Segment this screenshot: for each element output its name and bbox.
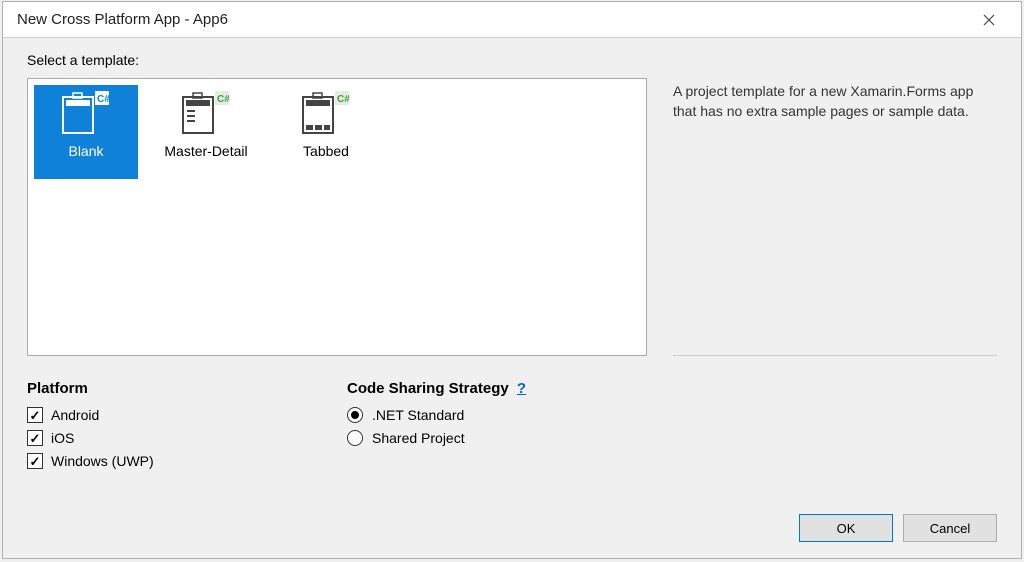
template-item-master-detail[interactable]: C# Master-Detail [154,85,258,179]
template-label: Tabbed [303,143,349,159]
platform-heading: Platform [27,380,347,397]
checkbox-label: Windows (UWP) [51,453,154,469]
lower-row: Platform Android iOS Windows (UWP) Code … [27,380,997,476]
checkbox-icon [27,453,43,469]
radio-label: .NET Standard [372,407,464,423]
radio-net-standard[interactable]: .NET Standard [347,407,997,423]
checkbox-label: Android [51,407,99,423]
cancel-button[interactable]: Cancel [903,514,997,542]
radio-icon [347,407,363,423]
platform-checkbox-windows-uwp[interactable]: Windows (UWP) [27,453,347,469]
close-button[interactable] [969,4,1009,36]
checkbox-icon [27,430,43,446]
select-template-label: Select a template: [27,52,997,68]
blank-template-icon: C# [61,91,111,135]
checkbox-label: iOS [51,430,74,446]
platform-checkbox-android[interactable]: Android [27,407,347,423]
template-label: Blank [68,143,103,159]
ok-button[interactable]: OK [799,514,893,542]
button-bar: OK Cancel [27,500,997,542]
help-link[interactable]: ? [517,380,526,397]
dialog-window: New Cross Platform App - App6 Select a t… [2,1,1022,559]
svg-text:C#: C# [217,94,230,105]
svg-text:C#: C# [97,94,110,105]
platform-section: Platform Android iOS Windows (UWP) [27,380,347,476]
checkbox-icon [27,407,43,423]
code-sharing-heading-text: Code Sharing Strategy [347,380,509,397]
master-detail-template-icon: C# [181,91,231,135]
svg-text:C#: C# [337,94,350,105]
template-label: Master-Detail [164,143,247,159]
upper-row: C# Blank C# Master-Detail [27,78,997,358]
radio-shared-project[interactable]: Shared Project [347,430,997,446]
radio-icon [347,430,363,446]
titlebar: New Cross Platform App - App6 [3,2,1021,38]
template-list: C# Blank C# Master-Detail [27,78,647,356]
tabbed-template-icon: C# [301,91,351,135]
template-item-blank[interactable]: C# Blank [34,85,138,179]
code-sharing-heading: Code Sharing Strategy ? [347,380,997,397]
code-sharing-section: Code Sharing Strategy ? .NET Standard Sh… [347,380,997,476]
platform-checkbox-ios[interactable]: iOS [27,430,347,446]
radio-label: Shared Project [372,430,465,446]
close-icon [983,14,995,26]
dialog-content: Select a template: C# Blank [3,38,1021,558]
template-item-tabbed[interactable]: C# Tabbed [274,85,378,179]
template-description: A project template for a new Xamarin.For… [673,78,997,356]
window-title: New Cross Platform App - App6 [17,11,969,28]
